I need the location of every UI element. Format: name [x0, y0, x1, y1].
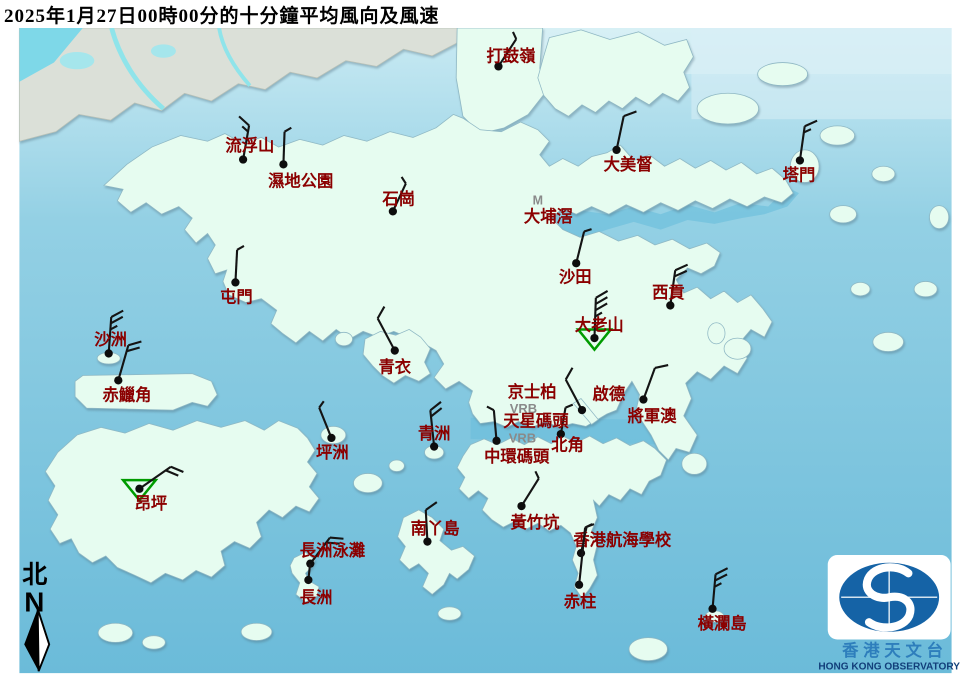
- sai-kung-islet-2: [724, 338, 751, 359]
- station-label: 沙洲: [94, 330, 127, 349]
- station-label: 塔門: [783, 166, 816, 185]
- station-label: 黃竹坑: [509, 513, 560, 532]
- station-label: 坪洲: [316, 443, 349, 462]
- east-islet-4: [851, 282, 870, 295]
- north-letter-label: N: [24, 587, 44, 618]
- station-dot: [517, 502, 525, 510]
- sai-kung-islet-1: [708, 323, 725, 344]
- station-dot: [135, 485, 143, 493]
- east-islet-2: [914, 281, 937, 296]
- station-dot: [612, 146, 620, 154]
- hei-ling-chau-island: [354, 473, 383, 492]
- ne-island-3: [820, 126, 855, 145]
- north-hanzi-label: 北: [22, 561, 47, 589]
- station-label: 啟德: [593, 385, 626, 404]
- station-label: 長洲泳灘: [300, 541, 366, 560]
- hong-kong-wind-map: 流浮山濕地公園 打鼓嶺石崗 大美督塔門大埔滘M 沙田西貢大老山 屯門沙洲赤鱲角 青衣青洲坪…: [0, 28, 971, 700]
- station-label: 赤柱: [564, 592, 597, 611]
- ne-island-4: [872, 166, 895, 181]
- station-label: 橫瀾島: [698, 614, 747, 633]
- station-dot: [572, 259, 580, 267]
- station-label: 濕地公園: [268, 171, 333, 190]
- logo-english-label: HONG KONG OBSERVATORY: [818, 661, 960, 672]
- south-islet: [438, 607, 461, 620]
- station-dot: [708, 605, 716, 613]
- east-islet-3: [930, 206, 949, 229]
- station-dot: [492, 437, 500, 445]
- station-dot: [639, 395, 647, 403]
- station-dot: [105, 349, 113, 357]
- po-toi-island: [629, 638, 667, 661]
- station-label: 大美督: [604, 155, 654, 174]
- station-label: 西貢: [652, 283, 685, 302]
- station-label: 赤鱲角: [102, 385, 151, 404]
- station-dot: [796, 156, 804, 164]
- map-title: 2025年1月27日00時00分的十分鐘平均風向及風速: [0, 1, 440, 28]
- station-label: 青洲: [418, 424, 451, 443]
- port-islet: [830, 206, 857, 223]
- station-dot: [575, 581, 583, 589]
- station-label: 京士柏: [508, 383, 557, 402]
- station-label: 香港航海學校: [572, 530, 672, 549]
- soko-island-2: [142, 636, 165, 649]
- station-label: 天星碼頭: [503, 411, 569, 430]
- station-label: 石崗: [381, 190, 415, 209]
- station-label: 將軍澳: [628, 407, 678, 426]
- station-label: 長洲: [300, 588, 333, 607]
- station-dot: [231, 278, 239, 286]
- east-islet-1: [873, 332, 904, 351]
- station-dot: [590, 334, 598, 342]
- soko-island-1: [98, 623, 133, 642]
- station-label: 北角: [551, 435, 584, 454]
- ma-wan-island: [335, 332, 352, 345]
- kau-yi-chau-island: [389, 460, 404, 472]
- missing-data-label: M: [533, 194, 543, 208]
- station-label: 南丫島: [411, 519, 460, 538]
- station-dot: [327, 434, 335, 442]
- logo-chinese-label: 香港天文台: [841, 641, 948, 660]
- station-dot: [239, 155, 247, 163]
- shek-kwu-chau-island: [241, 623, 272, 640]
- station-dot: [304, 576, 312, 584]
- station-label: 流浮山: [225, 136, 274, 155]
- station-label: 沙田: [559, 267, 592, 286]
- station-dot: [279, 160, 287, 168]
- station-dot: [423, 537, 431, 545]
- tung-lung-island: [682, 453, 707, 474]
- station-label: 中環碼頭: [484, 447, 550, 466]
- station-label: 屯門: [220, 288, 253, 307]
- station-label: 昂坪: [135, 494, 168, 513]
- station-label: 打鼓嶺: [486, 47, 536, 66]
- station-label: 大埔滘: [524, 207, 573, 226]
- station-dot: [666, 301, 674, 309]
- ne-island-1: [697, 93, 758, 124]
- station-label: 青衣: [378, 358, 411, 377]
- station-dot: [391, 346, 399, 354]
- ne-island-2: [758, 63, 808, 86]
- station-dot: [577, 549, 585, 557]
- station-dot: [430, 442, 438, 450]
- station-dot: [578, 406, 586, 414]
- station-label: 大老山: [575, 315, 624, 334]
- station-dot: [114, 376, 122, 384]
- hko-wind-map-page: { "title": "2025年1月27日00時00分的十分鐘平均風向及風速"…: [0, 0, 971, 700]
- title-bar: 2025年1月27日00時00分的十分鐘平均風向及風速: [0, 0, 971, 28]
- variable-wind-label: VRB: [509, 431, 536, 446]
